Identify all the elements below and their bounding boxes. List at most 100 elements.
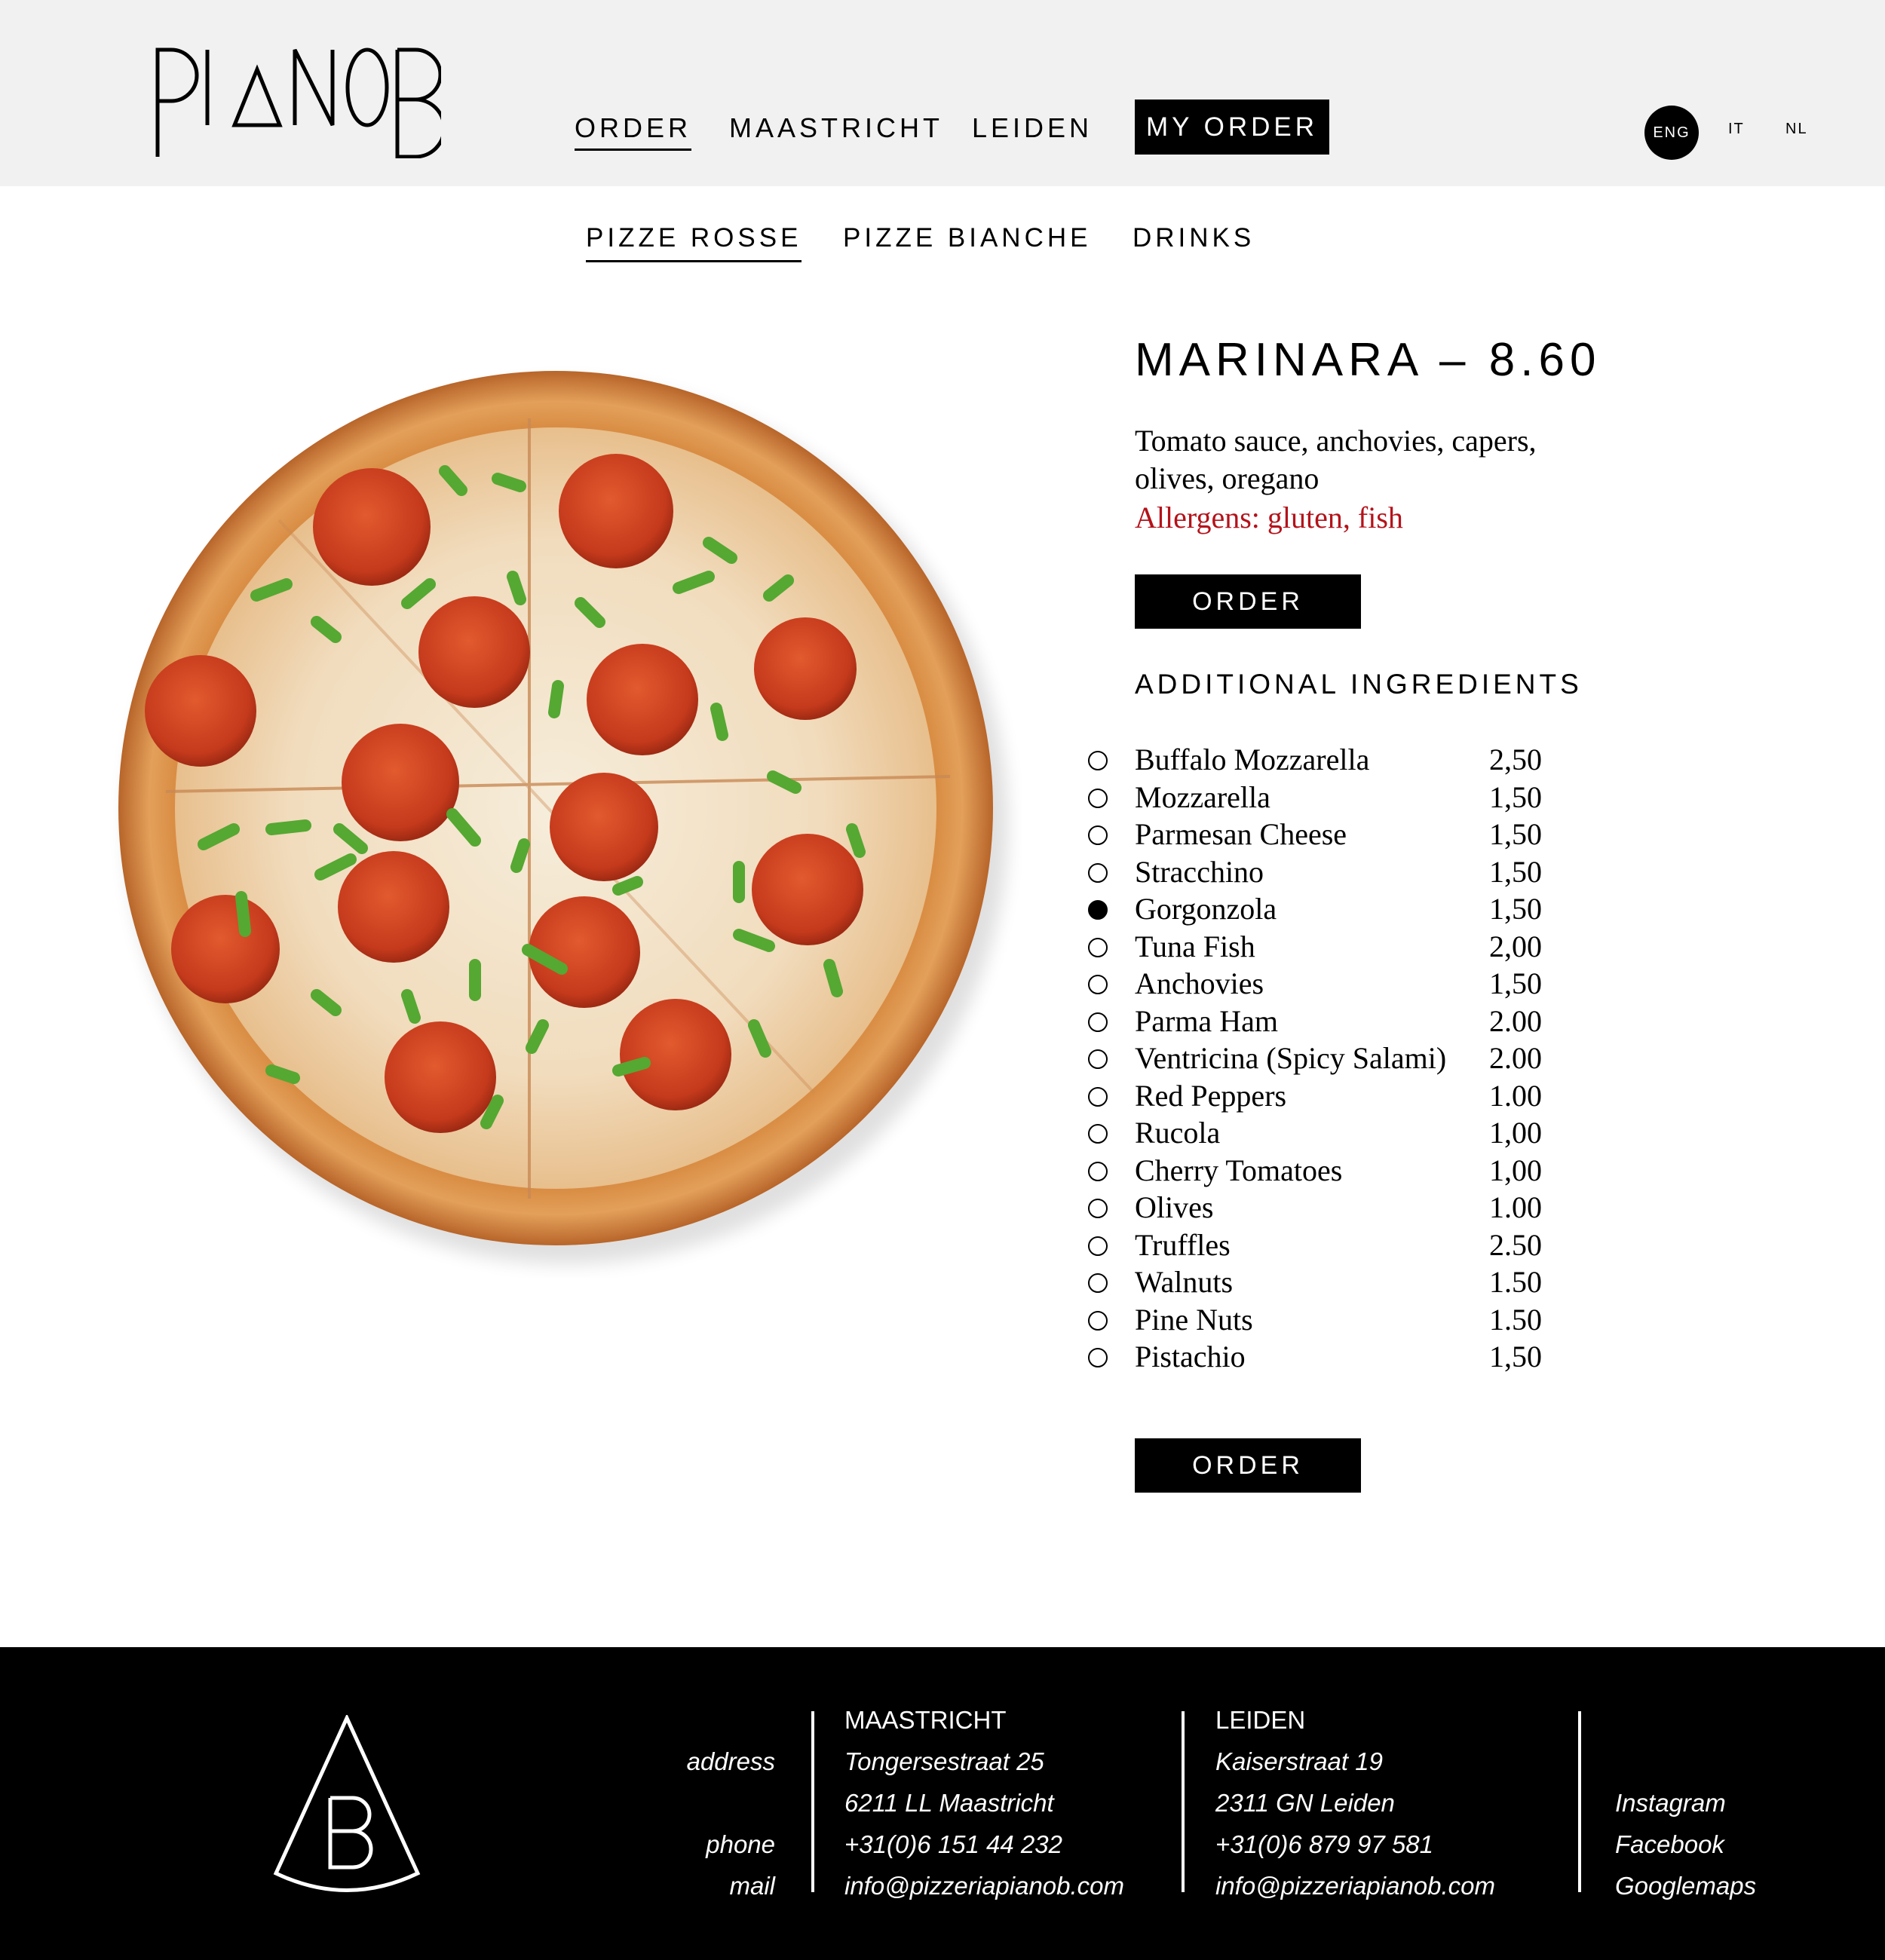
ingredient-row[interactable]: Mozzarella 1,50 bbox=[1086, 779, 1568, 816]
ingredient-price: 2.00 bbox=[1489, 1004, 1542, 1038]
ingredient-name: Tuna Fish bbox=[1135, 929, 1255, 963]
footer-divider bbox=[1578, 1711, 1581, 1892]
ingredient-radio[interactable] bbox=[1088, 751, 1108, 770]
maastricht-phone[interactable]: +31(0)6 151 44 232 bbox=[844, 1830, 1062, 1860]
ingredient-row[interactable]: Olives 1.00 bbox=[1086, 1189, 1568, 1226]
ingredient-name: Anchovies bbox=[1135, 966, 1264, 1000]
order-button[interactable]: ORDER bbox=[1135, 574, 1361, 629]
ingredient-name: Parmesan Cheese bbox=[1135, 817, 1347, 851]
ingredient-row[interactable]: Pistachio 1,50 bbox=[1086, 1338, 1568, 1375]
ingredient-row[interactable]: Gorgonzola 1,50 bbox=[1086, 890, 1568, 927]
phone-label: phone bbox=[706, 1830, 775, 1858]
ingredient-radio-selected[interactable] bbox=[1088, 900, 1108, 920]
site-header: ORDER MAASTRICHT LEIDEN MY ORDER ENG IT … bbox=[0, 0, 1885, 186]
ingredient-price: 1.50 bbox=[1489, 1265, 1542, 1299]
ingredient-name: Buffalo Mozzarella bbox=[1135, 743, 1370, 776]
ingredient-row[interactable]: Tuna Fish 2,00 bbox=[1086, 928, 1568, 965]
my-order-button[interactable]: MY ORDER bbox=[1135, 100, 1329, 155]
ingredient-row[interactable]: Truffles 2.50 bbox=[1086, 1227, 1568, 1263]
ingredient-radio[interactable] bbox=[1088, 1012, 1108, 1032]
ingredient-price: 2.00 bbox=[1489, 1041, 1542, 1075]
ingredient-name: Stracchino bbox=[1135, 855, 1264, 889]
ingredient-price: 1,50 bbox=[1489, 780, 1542, 814]
ingredient-name: Olives bbox=[1135, 1190, 1214, 1224]
ingredient-radio[interactable] bbox=[1088, 938, 1108, 957]
ingredient-name: Gorgonzola bbox=[1135, 892, 1277, 926]
ingredient-radio[interactable] bbox=[1088, 1199, 1108, 1218]
ingredient-row[interactable]: Stracchino 1,50 bbox=[1086, 853, 1568, 890]
footer-divider bbox=[1182, 1711, 1185, 1892]
ingredient-name: Ventricina (Spicy Salami) bbox=[1135, 1041, 1447, 1075]
ingredient-radio[interactable] bbox=[1088, 1087, 1108, 1107]
ingredient-radio[interactable] bbox=[1088, 863, 1108, 883]
ingredient-name: Truffles bbox=[1135, 1228, 1231, 1262]
ingredient-row[interactable]: Cherry Tomatoes 1,00 bbox=[1086, 1152, 1568, 1189]
pizza-image bbox=[90, 347, 1022, 1278]
ingredient-radio[interactable] bbox=[1088, 1348, 1108, 1367]
ingredient-price: 1,50 bbox=[1489, 892, 1542, 926]
ingredient-price: 2.50 bbox=[1489, 1228, 1542, 1262]
lang-eng[interactable]: ENG bbox=[1644, 106, 1699, 160]
ingredient-name: Red Peppers bbox=[1135, 1079, 1287, 1113]
ingredient-price: 1.00 bbox=[1489, 1190, 1542, 1224]
pianob-footer-logo-icon[interactable] bbox=[271, 1715, 422, 1900]
product-description: Tomato sauce, anchovies, capers, olives,… bbox=[1135, 424, 1537, 495]
ingredient-radio[interactable] bbox=[1088, 789, 1108, 808]
nav-order[interactable]: ORDER bbox=[575, 112, 692, 151]
ingredient-name: Pistachio bbox=[1135, 1340, 1246, 1374]
ingredient-row[interactable]: Rucola 1,00 bbox=[1086, 1114, 1568, 1151]
ingredient-row[interactable]: Red Peppers 1.00 bbox=[1086, 1077, 1568, 1114]
ingredient-price: 2,50 bbox=[1489, 743, 1542, 776]
ingredient-row[interactable]: Buffalo Mozzarella 2,50 bbox=[1086, 741, 1568, 778]
ingredient-row[interactable]: Parma Ham 2.00 bbox=[1086, 1003, 1568, 1040]
pianob-logo[interactable] bbox=[155, 47, 441, 158]
ingredient-price: 1,00 bbox=[1489, 1153, 1542, 1187]
ingredient-price: 1,50 bbox=[1489, 1340, 1542, 1374]
nav-maastricht[interactable]: MAASTRICHT bbox=[729, 112, 943, 145]
ingredient-radio[interactable] bbox=[1088, 1273, 1108, 1293]
ingredient-radio[interactable] bbox=[1088, 1311, 1108, 1331]
additional-ingredients-title: ADDITIONAL INGREDIENTS bbox=[1135, 669, 1583, 700]
leiden-phone[interactable]: +31(0)6 879 97 581 bbox=[1215, 1830, 1433, 1860]
ingredient-row[interactable]: Pine Nuts 1.50 bbox=[1086, 1301, 1568, 1338]
ingredient-row[interactable]: Walnuts 1.50 bbox=[1086, 1263, 1568, 1300]
leiden-postcode: 2311 GN Leiden bbox=[1215, 1789, 1395, 1817]
subnav-pizze-rosse[interactable]: PIZZE ROSSE bbox=[586, 222, 802, 262]
ingredient-name: Cherry Tomatoes bbox=[1135, 1153, 1343, 1187]
subnav-pizze-bianche[interactable]: PIZZE BIANCHE bbox=[843, 222, 1091, 255]
ingredient-radio[interactable] bbox=[1088, 1124, 1108, 1144]
ingredient-radio[interactable] bbox=[1088, 975, 1108, 994]
social-instagram[interactable]: Instagram bbox=[1615, 1788, 1726, 1818]
ingredient-radio[interactable] bbox=[1088, 1236, 1108, 1256]
ingredient-name: Walnuts bbox=[1135, 1265, 1234, 1299]
maastricht-postcode: 6211 LL Maastricht bbox=[844, 1789, 1054, 1817]
ingredient-row[interactable]: Parmesan Cheese 1,50 bbox=[1086, 816, 1568, 853]
mail-label: mail bbox=[729, 1872, 775, 1900]
order-button-bottom[interactable]: ORDER bbox=[1135, 1438, 1361, 1493]
ingredient-radio[interactable] bbox=[1088, 825, 1108, 845]
ingredient-name: Pine Nuts bbox=[1135, 1303, 1253, 1337]
subnav-drinks[interactable]: DRINKS bbox=[1133, 222, 1255, 255]
lang-nl[interactable]: NL bbox=[1785, 121, 1808, 138]
social-facebook[interactable]: Facebook bbox=[1615, 1830, 1724, 1860]
ingredient-name: Mozzarella bbox=[1135, 780, 1270, 814]
ingredient-price: 1,50 bbox=[1489, 855, 1542, 889]
ingredient-name: Parma Ham bbox=[1135, 1004, 1278, 1038]
ingredient-price: 1.50 bbox=[1489, 1303, 1542, 1337]
ingredient-radio[interactable] bbox=[1088, 1049, 1108, 1069]
maastricht-street: Tongersestraat 25 bbox=[844, 1747, 1044, 1775]
leiden-city: LEIDEN bbox=[1215, 1706, 1306, 1734]
site-footer: address phone mail MAASTRICHT Tongersest… bbox=[0, 1647, 1885, 1960]
leiden-mail[interactable]: info@pizzeriapianob.com bbox=[1215, 1871, 1495, 1901]
lang-it[interactable]: IT bbox=[1728, 121, 1745, 138]
ingredient-radio[interactable] bbox=[1088, 1162, 1108, 1181]
ingredient-row[interactable]: Anchovies 1,50 bbox=[1086, 965, 1568, 1002]
social-googlemaps[interactable]: Googlemaps bbox=[1615, 1871, 1756, 1901]
ingredient-price: 2,00 bbox=[1489, 929, 1542, 963]
product-title: MARINARA – 8.60 bbox=[1135, 334, 1601, 386]
ingredient-row[interactable]: Ventricina (Spicy Salami) 2.00 bbox=[1086, 1040, 1568, 1076]
nav-leiden[interactable]: LEIDEN bbox=[972, 112, 1093, 145]
address-label: address bbox=[686, 1747, 775, 1775]
leiden-street: Kaiserstraat 19 bbox=[1215, 1747, 1383, 1775]
maastricht-mail[interactable]: info@pizzeriapianob.com bbox=[844, 1871, 1124, 1901]
